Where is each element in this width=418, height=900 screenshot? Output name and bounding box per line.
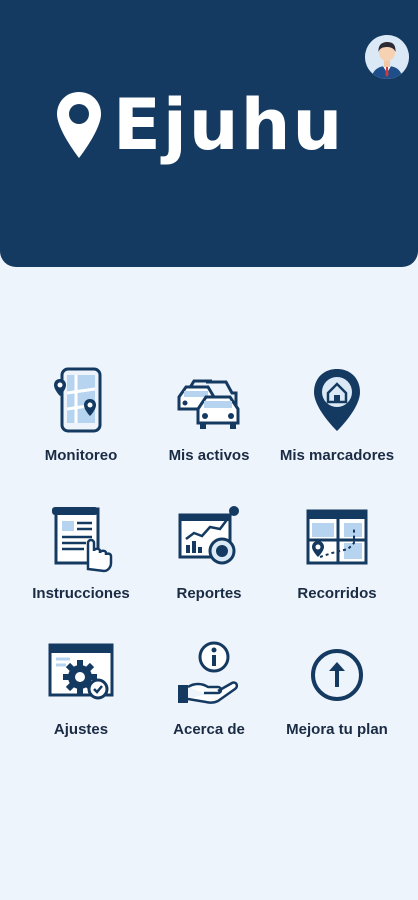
report-chart-icon [178, 506, 239, 565]
menu-item-label: Mis marcadores [279, 447, 395, 464]
menu-item-mis-marcadores[interactable]: Mis marcadores [274, 365, 400, 466]
user-avatar-icon[interactable] [365, 35, 409, 79]
menu-item-label: Reportes [176, 585, 242, 602]
location-pin-icon [57, 92, 101, 158]
info-hand-icon [178, 641, 239, 704]
menu-item-label: Mejora tu plan [286, 721, 388, 738]
menu-item-recorridos[interactable]: Recorridos [274, 503, 400, 604]
menu-item-instrucciones[interactable]: Instrucciones [18, 503, 144, 604]
location-pin-home-icon [314, 369, 360, 431]
menu-item-label: Mis activos [168, 447, 250, 464]
arrow-up-circle-icon [311, 649, 363, 701]
route-map-icon [306, 509, 368, 565]
menu-item-ajustes[interactable]: Ajustes [18, 639, 144, 740]
menu-item-label: Monitoreo [44, 447, 118, 464]
menu-item-label: Recorridos [297, 585, 377, 602]
phone-map-icon [54, 367, 102, 433]
menu-item-mejora-tu-plan[interactable]: Mejora tu plan [274, 639, 400, 740]
menu-item-label: Ajustes [53, 721, 109, 738]
menu-item-label: Acerca de [173, 721, 245, 738]
menu-item-reportes[interactable]: Reportes [146, 503, 272, 604]
app-logo: Ejuhu [55, 80, 344, 170]
app-header: Ejuhu [0, 0, 418, 267]
menu-item-monitoreo[interactable]: Monitoreo [18, 365, 144, 466]
app-name: Ejuhu [113, 84, 345, 166]
menu-item-mis-activos[interactable]: Mis activos [146, 365, 272, 466]
gear-window-icon [48, 643, 114, 700]
document-hand-icon [52, 507, 113, 573]
cars-icon [177, 379, 240, 429]
menu-item-acerca-de[interactable]: Acerca de [146, 639, 272, 740]
menu-item-label: Instrucciones [32, 585, 130, 602]
